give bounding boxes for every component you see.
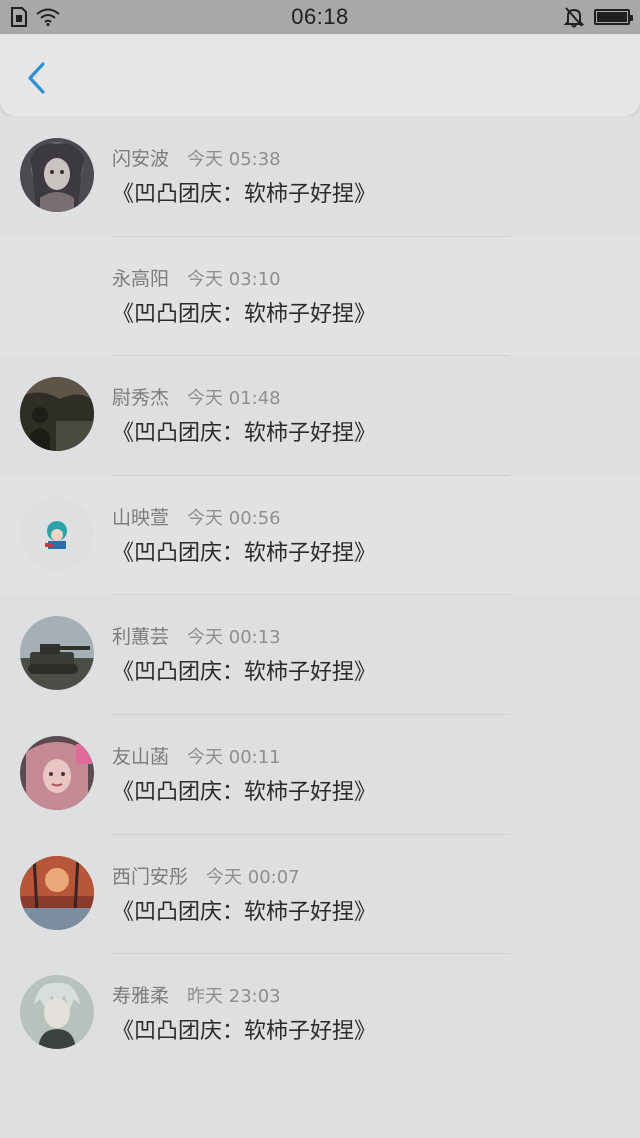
avatar[interactable] [20, 377, 94, 452]
sender-name: 永高阳 [112, 267, 170, 290]
message-item[interactable]: 闪安波 今天 05:38 《凹凸团庆：软柿子好捏》 [0, 116, 640, 236]
message-item[interactable]: 友山菡 今天 00:11 《凹凸团庆：软柿子好捏》 [0, 713, 640, 834]
message-meta: 闪安波 今天 05:38 [112, 144, 281, 171]
sender-name: 友山菡 [112, 745, 170, 768]
battery-level [597, 12, 627, 22]
message-time: 昨天 23:03 [187, 986, 281, 1008]
avatar[interactable] [20, 975, 94, 1050]
message-time: 今天 00:07 [206, 866, 300, 888]
sender-name: 尉秀杰 [112, 387, 170, 410]
message-item[interactable]: 山映萱 今天 00:56 《凹凸团庆：软柿子好捏》 [0, 474, 640, 595]
message-item[interactable]: 尉秀杰 今天 01:48 《凹凸团庆：软柿子好捏》 [0, 355, 640, 475]
sender-name: 寿雅柔 [112, 985, 170, 1008]
message-meta: 山映萱 今天 00:56 [112, 503, 281, 530]
sender-name: 闪安波 [112, 148, 170, 170]
message-item[interactable]: 利蕙芸 今天 00:13 《凹凸团庆：软柿子好捏》 [0, 594, 640, 714]
wifi-icon [36, 8, 60, 26]
chevron-left-icon [28, 62, 45, 94]
sender-name: 利蕙芸 [112, 626, 170, 649]
message-time: 今天 00:13 [187, 627, 281, 649]
message-meta: 尉秀杰 今天 01:48 [112, 383, 281, 410]
message-title: 《凹凸团庆：软柿子好捏》 [112, 899, 377, 925]
back-button[interactable] [18, 58, 54, 98]
status-bar: 06:18 [0, 0, 640, 34]
battery-icon [594, 9, 633, 25]
message-time: 今天 00:11 [187, 746, 281, 768]
message-meta: 友山菡 今天 00:11 [112, 742, 281, 769]
bell-muted-icon [564, 7, 584, 28]
message-time: 今天 00:56 [187, 507, 281, 529]
message-item[interactable]: 寿雅柔 昨天 23:03 《凹凸团庆：软柿子好捏》 [0, 953, 640, 1073]
avatar[interactable] [20, 138, 94, 212]
avatar[interactable] [20, 616, 94, 691]
message-time: 今天 03:10 [187, 268, 281, 290]
message-list: 闪安波 今天 05:38 《凹凸团庆：软柿子好捏》 永高阳 今天 03:10 《… [0, 116, 640, 1073]
message-meta: 西门安彤 今天 00:07 [112, 862, 300, 889]
message-meta: 永高阳 今天 03:10 [112, 264, 281, 291]
sim-icon [11, 7, 27, 27]
message-meta: 利蕙芸 今天 00:13 [112, 622, 281, 649]
message-title: 《凹凸团庆：软柿子好捏》 [112, 1019, 377, 1045]
header [0, 34, 640, 116]
avatar[interactable] [20, 855, 94, 930]
list-bottom-background [0, 1073, 640, 1138]
avatar[interactable] [20, 496, 94, 571]
message-title: 《凹凸团庆：软柿子好捏》 [112, 301, 377, 327]
status-right [510, 6, 633, 28]
message-item[interactable]: 西门安彤 今天 00:07 《凹凸团庆：软柿子好捏》 [0, 833, 640, 954]
message-title: 《凹凸团庆：软柿子好捏》 [112, 779, 377, 805]
message-title: 《凹凸团庆：软柿子好捏》 [112, 660, 377, 686]
message-meta: 寿雅柔 昨天 23:03 [112, 981, 281, 1008]
message-title: 《凹凸团庆：软柿子好捏》 [112, 540, 377, 566]
message-item[interactable]: 永高阳 今天 03:10 《凹凸团庆：软柿子好捏》 [0, 235, 640, 356]
status-time: 06:18 [291, 4, 349, 29]
status-left [10, 7, 130, 27]
avatar[interactable] [20, 735, 94, 810]
sender-name: 山映萱 [112, 506, 170, 529]
message-time: 今天 05:38 [187, 149, 281, 170]
message-title: 《凹凸团庆：软柿子好捏》 [112, 421, 377, 447]
sender-name: 西门安彤 [112, 865, 189, 888]
message-time: 今天 01:48 [187, 388, 281, 410]
message-title: 《凹凸团庆：软柿子好捏》 [112, 182, 377, 207]
